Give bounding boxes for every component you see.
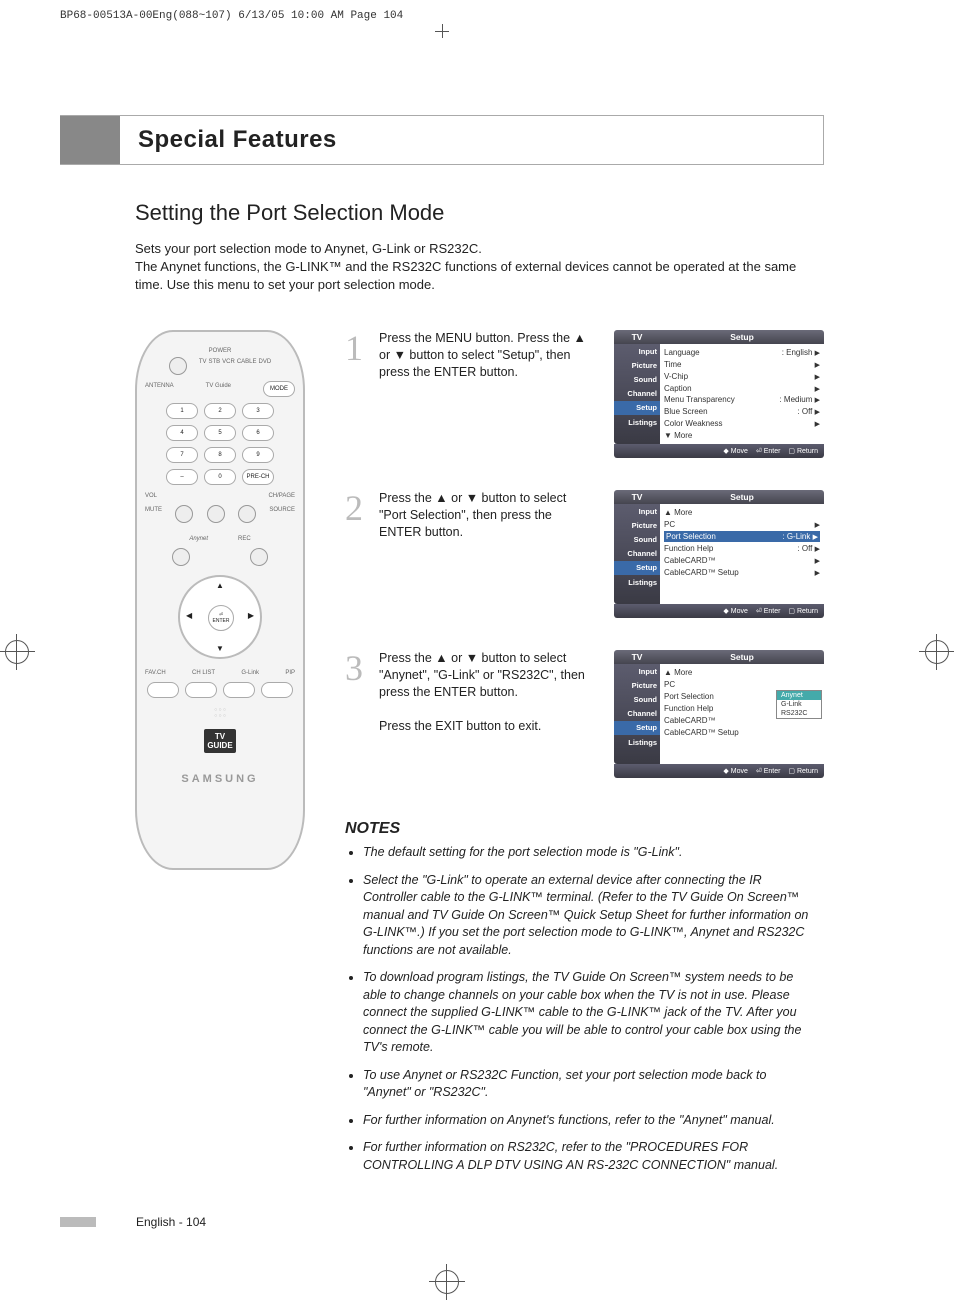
remote-label: MUTE — [145, 507, 162, 523]
osd-screenshot-3: TVSetup InputPictureSoundChannelSetupLis… — [614, 650, 824, 780]
note-item: To use Anynet or RS232C Function, set yo… — [363, 1067, 814, 1102]
tvguide-logo-icon: TVGUIDE — [204, 729, 236, 753]
remote-label: POWER — [209, 348, 232, 354]
ok-icon — [207, 505, 225, 523]
power-icon — [169, 357, 187, 375]
note-item: For further information on Anynet's func… — [363, 1112, 814, 1130]
remote-label: REC — [238, 536, 251, 542]
remote-label: FAV.CH — [145, 670, 166, 676]
vol-rocker-icon — [175, 505, 193, 523]
registration-mark-icon — [925, 640, 949, 664]
footer-bar — [60, 1217, 96, 1227]
remote-label: G-Link — [241, 670, 259, 676]
page-footer: English - 104 — [60, 1215, 206, 1229]
note-item: To download program listings, the TV Gui… — [363, 969, 814, 1057]
step-number: 1 — [345, 330, 369, 460]
remote-illustration: POWER TV STB VCR CABLE DVD ANTENNA TV Gu… — [135, 330, 305, 870]
banner-bar — [60, 116, 120, 164]
notes-section: NOTES The default setting for the port s… — [345, 820, 814, 1184]
notes-heading: NOTES — [345, 820, 814, 838]
step-1: 1 Press the MENU button. Press the ▲ or … — [345, 330, 824, 460]
osd-screenshot-1: TVSetup InputPictureSoundChannelSetupLis… — [614, 330, 824, 460]
remote-label: CH LIST — [192, 670, 215, 676]
notes-list: The default setting for the port selecti… — [345, 844, 814, 1174]
step-2: 2 Press the ▲ or ▼ button to select "Por… — [345, 490, 824, 620]
remote-label: VOL — [145, 493, 157, 499]
ch-rocker-icon — [238, 505, 256, 523]
remote-label: TV Guide — [206, 383, 231, 397]
note-item: For further information on RS232C, refer… — [363, 1139, 814, 1174]
brand-logo: SAMSUNG — [181, 773, 258, 785]
enter-button: ⏎ENTER — [208, 605, 234, 631]
print-header: BP68-00513A-00Eng(088~107) 6/13/05 10:00… — [60, 10, 403, 22]
remote-label: CH/PAGE — [268, 493, 295, 499]
registration-mark-icon — [435, 1270, 459, 1294]
registration-mark-icon — [5, 640, 29, 664]
intro-line: The Anynet functions, the G-LINK™ and th… — [135, 259, 796, 292]
remote-label: CABLE — [237, 359, 257, 375]
remote-label: DVD — [259, 359, 272, 375]
intro-text: Sets your port selection mode to Anynet,… — [135, 240, 824, 295]
remote-label: VCR — [222, 359, 235, 375]
osd-screenshot-2: TVSetup InputPictureSoundChannelSetupLis… — [614, 490, 824, 620]
nav-pad: ▲ ▼ ◀ ▶ ⏎ENTER — [178, 575, 262, 659]
step-3: 3 Press the ▲ or ▼ button to select "Any… — [345, 650, 824, 780]
remote-label: TV — [199, 359, 207, 375]
note-item: The default setting for the port selecti… — [363, 844, 814, 862]
step-text: Press the MENU button. Press the ▲ or ▼ … — [379, 330, 604, 460]
step-number: 2 — [345, 490, 369, 620]
menu-button-icon — [172, 548, 190, 566]
remote-label: PIP — [285, 670, 295, 676]
chapter-title: Special Features — [138, 126, 337, 154]
steps-container: 1 Press the MENU button. Press the ▲ or … — [345, 330, 824, 810]
crop-mark-icon — [435, 24, 449, 38]
note-item: Select the "G-Link" to operate an extern… — [363, 872, 814, 960]
step-text: Press the ▲ or ▼ button to select "Anyne… — [379, 650, 604, 780]
remote-label: SOURCE — [269, 507, 295, 523]
mode-button: MODE — [263, 381, 295, 397]
page-number: English - 104 — [136, 1215, 206, 1229]
step-number: 3 — [345, 650, 369, 780]
remote-label: STB — [208, 359, 220, 375]
intro-line: Sets your port selection mode to Anynet,… — [135, 241, 482, 256]
remote-label: ANTENNA — [145, 383, 174, 397]
remote-label: Anynet — [189, 536, 208, 542]
exit-button-icon — [250, 548, 268, 566]
section-title: Setting the Port Selection Mode — [135, 200, 444, 226]
step-text: Press the ▲ or ▼ button to select "Port … — [379, 490, 604, 620]
chapter-banner: Special Features — [60, 115, 824, 165]
